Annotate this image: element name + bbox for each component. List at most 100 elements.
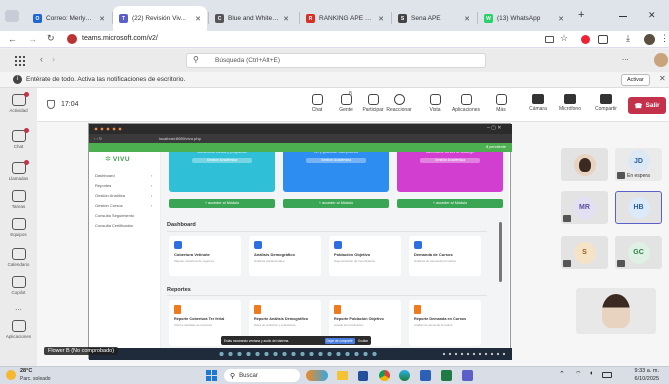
- rail-item-copilot[interactable]: Copilot: [0, 276, 37, 295]
- participant-tile-gc[interactable]: GC: [615, 236, 662, 269]
- browser-tab[interactable]: O Correo: Merlyn Elena✕: [27, 6, 111, 31]
- teams-search[interactable]: ⚲ Búsqueda (Ctrl+Alt+E): [186, 53, 486, 68]
- clock-time[interactable]: 9:33 a. m.: [625, 368, 659, 374]
- site-info-icon[interactable]: [67, 34, 77, 44]
- control-more[interactable]: Más: [486, 94, 516, 113]
- sidebar-icon[interactable]: [598, 35, 608, 44]
- participant-tile-mr[interactable]: MR: [561, 191, 608, 224]
- shared-screen[interactable]: – ▢ ✕ ‹ › ↻ localhost:8080/vivu.php 8 pe…: [88, 123, 512, 360]
- dashboard-card[interactable]: Población Objetivo Segmentación de benefi…: [329, 236, 401, 276]
- tab-close-icon[interactable]: ✕: [99, 15, 105, 23]
- access-module-button[interactable]: + acceder al Módulo: [397, 199, 503, 208]
- control-apps[interactable]: Aplicaciones: [451, 94, 481, 113]
- tab-close-icon[interactable]: ✕: [195, 15, 201, 23]
- self-view-tile[interactable]: [576, 288, 656, 334]
- module-card-sub: Ver y gestionar inscripciones: [313, 152, 359, 154]
- rail-item-chat[interactable]: Chat: [0, 130, 37, 149]
- edge-icon[interactable]: [399, 370, 410, 381]
- shared-nav-item[interactable]: Gestión Cursos ›: [95, 203, 152, 208]
- hide-banner-button[interactable]: Ocultar: [358, 339, 368, 343]
- new-tab-button[interactable]: +: [578, 9, 584, 21]
- chrome-icon[interactable]: [379, 370, 390, 381]
- access-module-button[interactable]: + acceder al Módulo: [169, 199, 275, 208]
- control-smile[interactable]: Reaccionar: [384, 94, 414, 113]
- dismiss-banner-icon[interactable]: ✕: [659, 74, 666, 83]
- word-icon[interactable]: [420, 370, 431, 381]
- tab-close-icon[interactable]: ✕: [378, 15, 384, 23]
- start-icon[interactable]: [206, 370, 217, 381]
- star-icon[interactable]: ☆: [560, 33, 568, 44]
- network-icon[interactable]: ⌔: [575, 370, 582, 379]
- dashboard-card[interactable]: Análisis Demográfico Gráficas poblacional…: [249, 236, 321, 276]
- rail-item-calls[interactable]: Llamadas: [0, 162, 37, 181]
- module-card[interactable]: Gestión de CursosVer y gestionar inscrip…: [283, 152, 389, 192]
- rail-item-tasks[interactable]: Tareas: [0, 190, 37, 209]
- reload-icon[interactable]: ↻: [47, 33, 55, 44]
- teams-more-button[interactable]: ...: [622, 53, 629, 62]
- file-explorer-icon[interactable]: [337, 371, 348, 380]
- browser-tab[interactable]: T (22) Revisión Viv... ✕: [113, 6, 207, 31]
- rail-item-more[interactable]: ...: [0, 303, 37, 312]
- participant-tile-video-1[interactable]: [561, 148, 608, 181]
- close-window-icon[interactable]: ✕: [648, 10, 656, 21]
- browser-menu-icon[interactable]: [5, 10, 19, 22]
- module-card[interactable]: Gestión de CursosAdministrar cursos y pr…: [169, 152, 275, 192]
- rail-item-activity[interactable]: Actividad: [0, 94, 37, 113]
- browser-tab[interactable]: R RANKING APE SEMA... ✕: [300, 6, 390, 31]
- volume-icon[interactable]: ◖: [589, 370, 593, 377]
- dashboard-card[interactable]: Cobertura Vetinote Mapear cobertura de re…: [169, 236, 241, 276]
- nav-forward-icon[interactable]: ›: [52, 54, 55, 64]
- shared-nav-item[interactable]: Gestión Analítica ›: [95, 193, 152, 198]
- participant-tile-jd[interactable]: JD En espera: [615, 148, 662, 181]
- browser-tab[interactable]: W (13) WhatsApp ✕: [478, 6, 570, 31]
- rail-item-teams[interactable]: Equipos: [0, 218, 37, 237]
- control-people[interactable]: Gente: [331, 94, 361, 113]
- tray-arrow-icon[interactable]: ⌃: [559, 370, 565, 378]
- shared-nav-item[interactable]: Dashboard ›: [95, 173, 152, 178]
- clock-date[interactable]: 6/10/2025: [625, 376, 659, 382]
- user-avatar[interactable]: [654, 53, 668, 67]
- leave-button[interactable]: ☎ Salir: [628, 97, 666, 114]
- shared-nav-item[interactable]: Consulta Certificados: [95, 223, 133, 228]
- access-module-button[interactable]: + acceder al Módulo: [283, 199, 389, 208]
- nav-back-icon[interactable]: ‹: [40, 54, 43, 64]
- app-icon-2[interactable]: [358, 371, 368, 381]
- control-mic[interactable]: Micrófono: [553, 94, 587, 112]
- excel-icon[interactable]: [441, 370, 452, 381]
- taskbar-search[interactable]: ⚲ Buscar: [224, 369, 300, 382]
- stop-sharing-button[interactable]: Dejar de compartir: [324, 337, 355, 344]
- minimize-icon[interactable]: [619, 16, 627, 17]
- install-icon[interactable]: [545, 36, 554, 43]
- browser-more-icon[interactable]: ⋮: [660, 33, 669, 44]
- extension-icon[interactable]: [581, 35, 590, 44]
- app-launcher-icon[interactable]: [14, 55, 25, 66]
- forward-icon[interactable]: →: [28, 34, 37, 44]
- battery-icon[interactable]: [602, 372, 612, 378]
- tab-close-icon[interactable]: ✕: [464, 15, 470, 23]
- activate-notifications-button[interactable]: Activar: [621, 74, 650, 86]
- rail-item-apps[interactable]: Aplicaciones: [0, 320, 37, 339]
- control-grid[interactable]: Vista: [420, 94, 450, 113]
- url-field[interactable]: teams.microsoft.com/v2/: [82, 35, 158, 42]
- tab-close-icon[interactable]: ✕: [283, 15, 289, 23]
- report-card[interactable]: Reporte Demanda en Cursos Análisis de dem…: [409, 300, 481, 346]
- rail-item-calendar[interactable]: Calendario: [0, 248, 37, 267]
- back-icon[interactable]: ←: [8, 34, 17, 44]
- shared-scrollbar[interactable]: [499, 222, 502, 282]
- shared-nav-item[interactable]: Reportes ›: [95, 183, 152, 188]
- download-icon[interactable]: ⤓: [626, 33, 630, 44]
- module-card[interactable]: Gestión de CursosAdministrar cursos de c…: [397, 152, 503, 192]
- browser-tab[interactable]: C Blue and White Mod...✕: [209, 6, 295, 31]
- participant-tile-hb[interactable]: HB: [615, 191, 662, 224]
- task-view-icon[interactable]: [306, 370, 328, 381]
- control-share[interactable]: Compartir: [589, 94, 623, 112]
- participant-tile-s[interactable]: S: [561, 236, 608, 269]
- shared-nav-item[interactable]: Consulta Seguimiento: [95, 213, 134, 218]
- browser-tab[interactable]: S Sena APE ✕: [392, 6, 476, 31]
- control-chat[interactable]: Chat: [302, 94, 332, 113]
- dashboard-card[interactable]: Demanda de Cursos Gráficas de demanda for…: [409, 236, 481, 276]
- profile-avatar[interactable]: [644, 34, 655, 45]
- control-camera[interactable]: Cámara: [521, 94, 555, 112]
- tab-close-icon[interactable]: ✕: [558, 15, 564, 23]
- teams-icon[interactable]: [462, 370, 473, 381]
